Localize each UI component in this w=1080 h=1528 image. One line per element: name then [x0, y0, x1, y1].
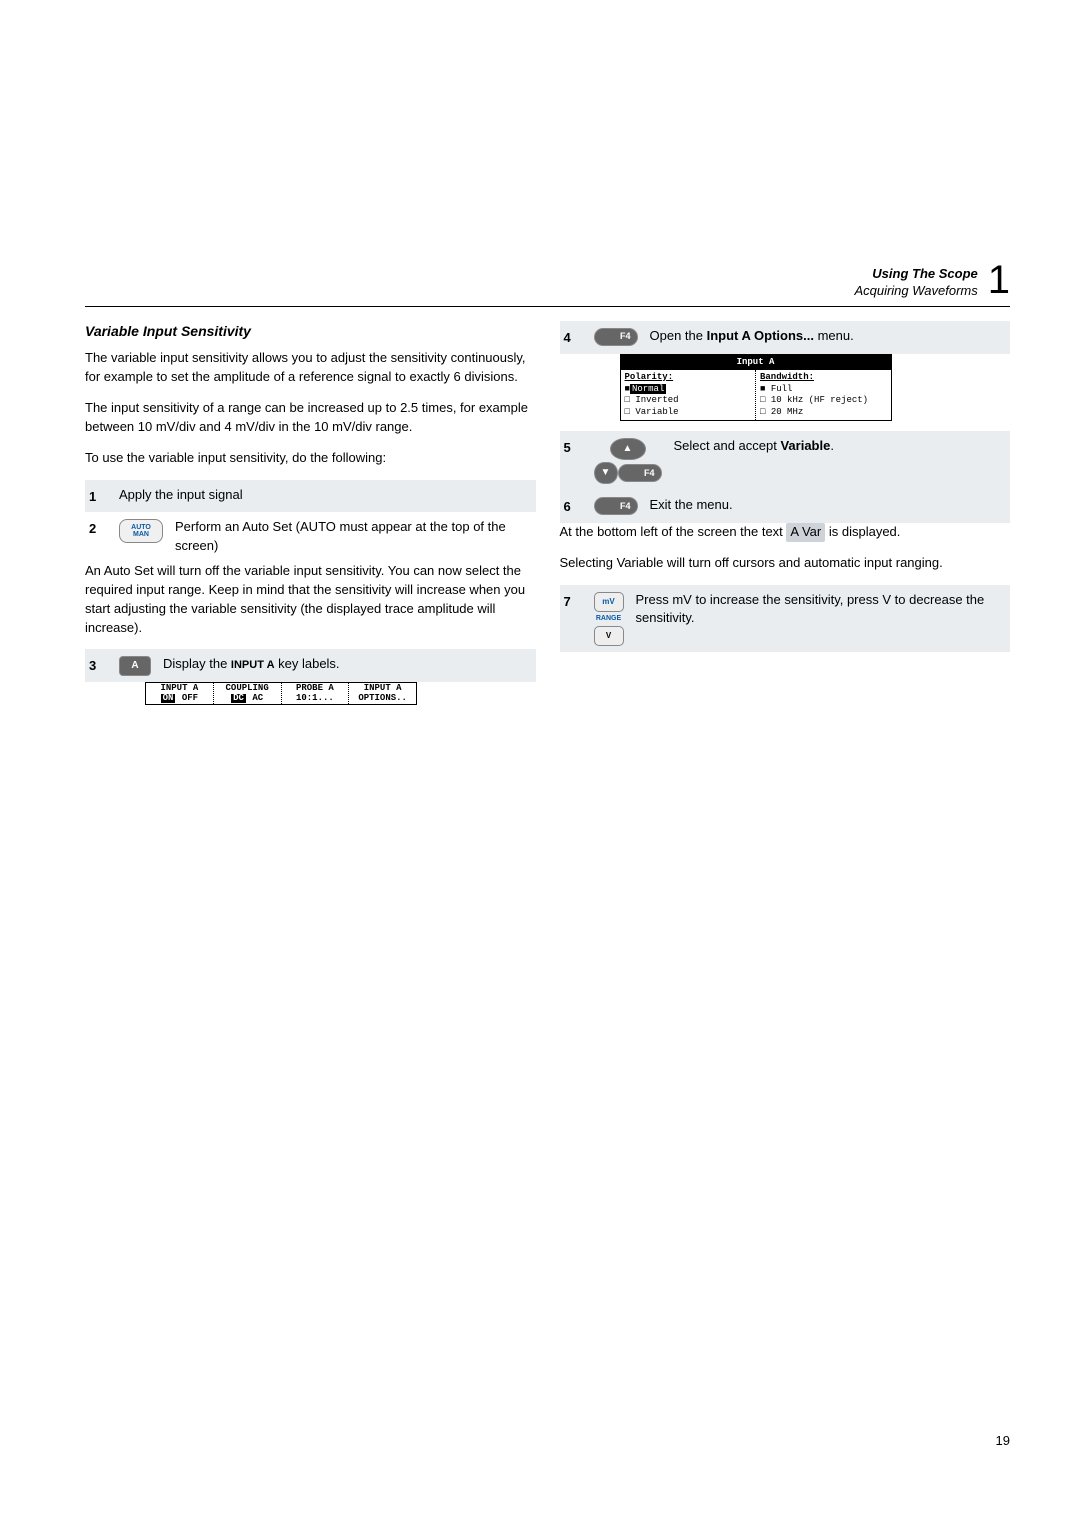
section-title: Variable Input Sensitivity: [85, 321, 536, 341]
softkey-probe-a: PROBE A10:1...: [282, 683, 350, 704]
input-a-options-menu: Input A Polarity: ■Normal □ Inverted □ V…: [620, 354, 892, 421]
menu-title: Input A: [621, 355, 891, 370]
step-text: Select and accept Variable.: [674, 437, 1007, 456]
step-number: 5: [564, 437, 582, 458]
step-5: 5 ▲ ▼ F4 Select and accept Variable.: [560, 431, 1011, 490]
step-text: Display the INPUT A key labels.: [163, 655, 532, 674]
step-number: 3: [89, 655, 107, 676]
step-text: Perform an Auto Set (AUTO must appear at…: [175, 518, 532, 556]
f4-key-icon: F4: [594, 328, 638, 346]
step-text: Apply the input signal: [119, 486, 532, 505]
v-key-icon: V: [594, 626, 624, 646]
page-number: 19: [996, 1433, 1010, 1448]
paragraph: Selecting Variable will turn off cursors…: [560, 554, 1011, 573]
mv-key-icon: mV: [594, 592, 624, 612]
header-title: Using The Scope: [854, 266, 977, 283]
f4-key-icon: F4: [594, 497, 638, 515]
step-text: Press mV to increase the sensitivity, pr…: [636, 591, 1007, 629]
softkey-input-a-options: INPUT AOPTIONS..: [349, 683, 416, 704]
paragraph: At the bottom left of the screen the tex…: [560, 523, 1011, 542]
step-6: 6 F4 Exit the menu.: [560, 490, 1011, 523]
paragraph: An Auto Set will turn off the variable i…: [85, 562, 536, 637]
left-column: Variable Input Sensitivity The variable …: [85, 321, 536, 705]
paragraph: To use the variable input sensitivity, d…: [85, 449, 536, 468]
step-text: Exit the menu.: [650, 496, 1007, 515]
range-label-icon: RANGE: [596, 614, 621, 624]
f4-key-icon: F4: [618, 464, 662, 482]
softkey-coupling: COUPLING DC AC: [214, 683, 282, 704]
step-number: 2: [89, 518, 107, 539]
screen-text-badge: A Var: [786, 523, 825, 542]
paragraph: The input sensitivity of a range can be …: [85, 399, 536, 437]
step-text: Open the Input A Options... menu.: [650, 327, 1007, 346]
softkey-input-a: INPUT A ON OFF: [146, 683, 214, 704]
header-divider: [85, 306, 1010, 307]
step-2: 2 AUTO MAN Perform an Auto Set (AUTO mus…: [85, 512, 536, 562]
input-a-key-icon: A: [119, 656, 151, 676]
menu-polarity-column: Polarity: ■Normal □ Inverted □ Variable: [621, 370, 757, 420]
up-arrow-key-icon: ▲: [610, 438, 646, 460]
header-subtitle: Acquiring Waveforms: [854, 283, 977, 300]
softkey-bar: INPUT A ON OFF COUPLING DC AC PROBE A10:…: [145, 682, 417, 705]
step-number: 1: [89, 486, 107, 507]
paragraph: The variable input sensitivity allows yo…: [85, 349, 536, 387]
step-1: 1 Apply the input signal: [85, 480, 536, 513]
chapter-number: 1: [988, 260, 1010, 300]
menu-bandwidth-column: Bandwidth: ■ Full □ 10 kHz (HF reject) □…: [756, 370, 891, 420]
page-header: Using The Scope Acquiring Waveforms 1: [85, 260, 1010, 300]
step-4: 4 F4 Open the Input A Options... menu.: [560, 321, 1011, 354]
step-3: 3 A Display the INPUT A key labels.: [85, 649, 536, 682]
auto-man-key-icon: AUTO MAN: [119, 519, 163, 543]
step-number: 4: [564, 327, 582, 348]
down-arrow-key-icon: ▼: [594, 462, 618, 484]
step-number: 6: [564, 496, 582, 517]
step-number: 7: [564, 591, 582, 612]
right-column: 4 F4 Open the Input A Options... menu. I…: [560, 321, 1011, 705]
step-7: 7 mV RANGE V Press mV to increase the se…: [560, 585, 1011, 652]
